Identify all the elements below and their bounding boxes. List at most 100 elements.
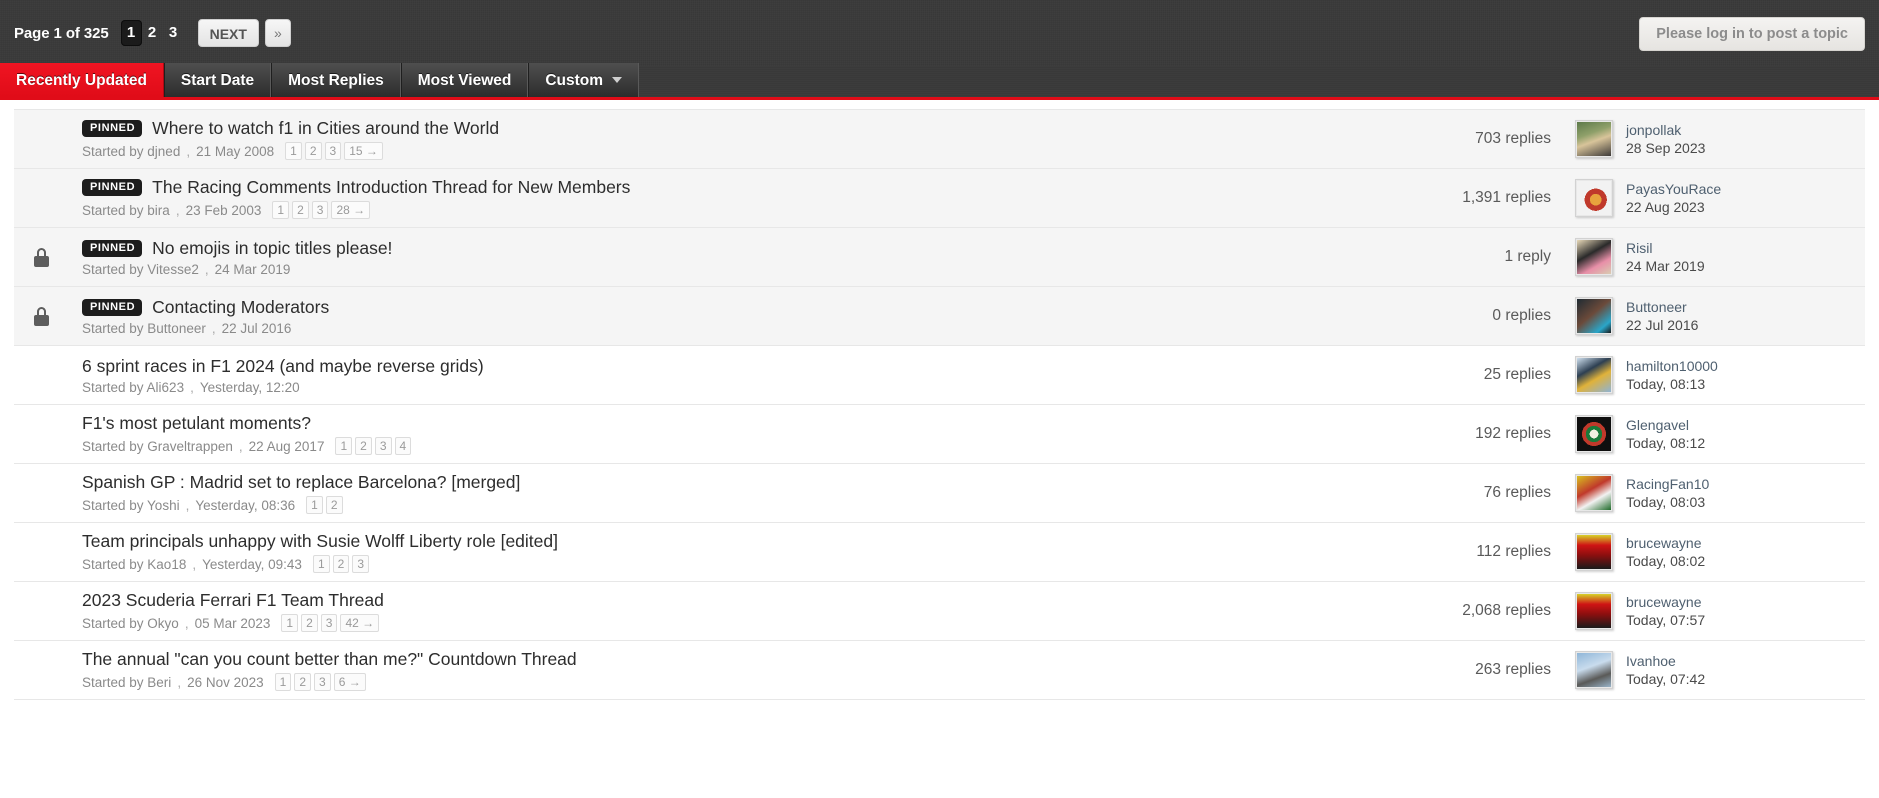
topic-title-link[interactable]: Where to watch f1 in Cities around the W… [152, 118, 499, 139]
last-post-user-link[interactable]: brucewayne [1626, 535, 1705, 551]
topic-row: The annual "can you count better than me… [14, 641, 1865, 700]
last-page-button[interactable]: » [264, 19, 291, 47]
avatar[interactable] [1575, 297, 1613, 335]
minipage-link[interactable]: 3 [324, 142, 342, 160]
tab-custom[interactable]: Custom [528, 63, 640, 97]
avatar[interactable] [1575, 179, 1613, 217]
minipage-link[interactable]: 3 [374, 437, 392, 455]
topic-author-link[interactable]: Vitesse2 [147, 262, 199, 277]
minipage-link[interactable]: 1 [281, 614, 299, 632]
topic-title-link[interactable]: The annual "can you count better than me… [82, 649, 577, 670]
topic-author-link[interactable]: djned [147, 144, 180, 159]
topic-author-link[interactable]: Buttoneer [147, 321, 206, 336]
last-post-user-link[interactable]: hamilton10000 [1626, 358, 1718, 374]
tab-most-viewed[interactable]: Most Viewed [400, 63, 529, 97]
avatar[interactable] [1575, 415, 1613, 453]
topic-title-link[interactable]: Team principals unhappy with Susie Wolff… [82, 531, 558, 552]
page-button-3[interactable]: 3 [163, 20, 184, 46]
topic-started-by: Started by Yoshi [82, 497, 180, 513]
tab-most-replies[interactable]: Most Replies [271, 63, 401, 97]
topic-author-link[interactable]: bira [147, 203, 170, 218]
topic-title-line: Spanish GP : Madrid set to replace Barce… [82, 472, 1345, 493]
last-post-date: 24 Mar 2019 [1626, 258, 1705, 274]
topic-main-column: 6 sprint races in F1 2024 (and maybe rev… [68, 356, 1345, 395]
topic-author-link[interactable]: Beri [147, 675, 171, 690]
topic-title-link[interactable]: 2023 Scuderia Ferrari F1 Team Thread [82, 590, 384, 611]
last-post-info: jonpollak 28 Sep 2023 [1626, 122, 1705, 156]
avatar[interactable] [1575, 474, 1613, 512]
minipage-jump-link[interactable]: 42 → [340, 614, 380, 632]
avatar[interactable] [1575, 356, 1613, 394]
avatar[interactable] [1575, 120, 1613, 158]
topic-title-link[interactable]: No emojis in topic titles please! [152, 238, 392, 259]
last-post-user-link[interactable]: RacingFan10 [1626, 476, 1709, 492]
minipage-link[interactable]: 1 [272, 201, 290, 219]
topic-row: 6 sprint races in F1 2024 (and maybe rev… [14, 346, 1865, 405]
topic-meta-line: Started by bira, 23 Feb 2003 1 2 3 28 → [82, 201, 1345, 219]
minipage-link[interactable]: 2 [301, 614, 318, 632]
topic-title-link[interactable]: The Racing Comments Introduction Thread … [152, 177, 630, 198]
minipage-link[interactable]: 3 [311, 201, 329, 219]
minipage-link[interactable]: 1 [306, 496, 323, 514]
post-topic-button[interactable]: Please log in to post a topic [1639, 17, 1865, 51]
avatar[interactable] [1575, 592, 1613, 630]
tab-label: Custom [545, 71, 604, 89]
topic-reply-count: 703 replies [1475, 130, 1551, 147]
last-post-user-link[interactable]: PayasYouRace [1626, 181, 1721, 197]
topic-author-link[interactable]: Ali623 [147, 380, 185, 395]
last-post-date: 28 Sep 2023 [1626, 140, 1706, 156]
avatar[interactable] [1575, 533, 1613, 571]
minipage-link[interactable]: 2 [304, 142, 322, 160]
minipage-link[interactable]: 3 [314, 673, 331, 691]
tab-recently-updated[interactable]: Recently Updated [0, 63, 164, 97]
last-post-info: Buttoneer 22 Jul 2016 [1626, 299, 1698, 333]
last-post-user-link[interactable]: Glengavel [1626, 417, 1705, 433]
minipage-link[interactable]: 2 [325, 496, 343, 514]
minipage-jump-link[interactable]: 15 → [344, 142, 383, 160]
minipage-link[interactable]: 3 [320, 614, 338, 632]
last-post-user-link[interactable]: jonpollak [1626, 122, 1705, 138]
last-post-user-link[interactable]: Ivanhoe [1626, 653, 1705, 669]
topic-title-link[interactable]: Spanish GP : Madrid set to replace Barce… [82, 472, 520, 493]
avatar-image [1577, 653, 1611, 687]
topic-meta-line: Started by Yoshi, Yesterday, 08:36 1 2 [82, 496, 1345, 514]
last-post-user-link[interactable]: brucewayne [1626, 594, 1705, 610]
minipage-link[interactable]: 2 [355, 437, 372, 455]
topic-title-link[interactable]: F1's most petulant moments? [82, 413, 311, 434]
page-button-2[interactable]: 2 [142, 20, 163, 46]
minipage-link[interactable]: 3 [352, 555, 369, 573]
topic-author-link[interactable]: Okyo [147, 616, 179, 631]
topic-author-link[interactable]: Graveltrappen [147, 439, 233, 454]
minipage-link[interactable]: 4 [394, 437, 412, 455]
topic-started-by: Started by Beri [82, 674, 172, 690]
avatar[interactable] [1575, 238, 1613, 276]
minipage-jump-link[interactable]: 28 → [331, 201, 371, 219]
page-button-1[interactable]: 1 [120, 20, 142, 46]
topic-list-container: PINNED Where to watch f1 in Cities around… [0, 100, 1879, 795]
topic-title-link[interactable]: 6 sprint races in F1 2024 (and maybe rev… [82, 356, 484, 377]
avatar-image [1577, 417, 1611, 451]
next-page-button[interactable]: NEXT [197, 19, 259, 47]
topic-author-link[interactable]: Kao18 [147, 557, 186, 572]
minipage-link[interactable]: 2 [332, 555, 350, 573]
avatar-image [1577, 358, 1611, 392]
minipage-link[interactable]: 2 [292, 201, 309, 219]
minipage-link[interactable]: 1 [312, 555, 330, 573]
minipage-jump-link[interactable]: 6 → [333, 673, 366, 691]
topic-author-link[interactable]: Yoshi [147, 498, 180, 513]
tab-label: Recently Updated [16, 71, 147, 89]
last-post-user-link[interactable]: Risil [1626, 240, 1705, 256]
avatar[interactable] [1575, 651, 1613, 689]
topic-started-by: Started by bira [82, 202, 170, 218]
minipage-link[interactable]: 1 [335, 437, 353, 455]
minipage-link[interactable]: 1 [274, 673, 292, 691]
topic-main-column: PINNED No emojis in topic titles please! S… [68, 238, 1345, 277]
topic-title-line: PINNED No emojis in topic titles please! [82, 238, 1345, 259]
avatar-image [1577, 181, 1611, 215]
tab-start-date[interactable]: Start Date [163, 63, 272, 97]
top-toolbar: Page 1 of 325 1 2 3 NEXT » Please log in… [0, 0, 1879, 66]
last-post-user-link[interactable]: Buttoneer [1626, 299, 1698, 315]
minipage-link[interactable]: 1 [285, 142, 302, 160]
topic-title-link[interactable]: Contacting Moderators [152, 297, 329, 318]
minipage-link[interactable]: 2 [294, 673, 312, 691]
